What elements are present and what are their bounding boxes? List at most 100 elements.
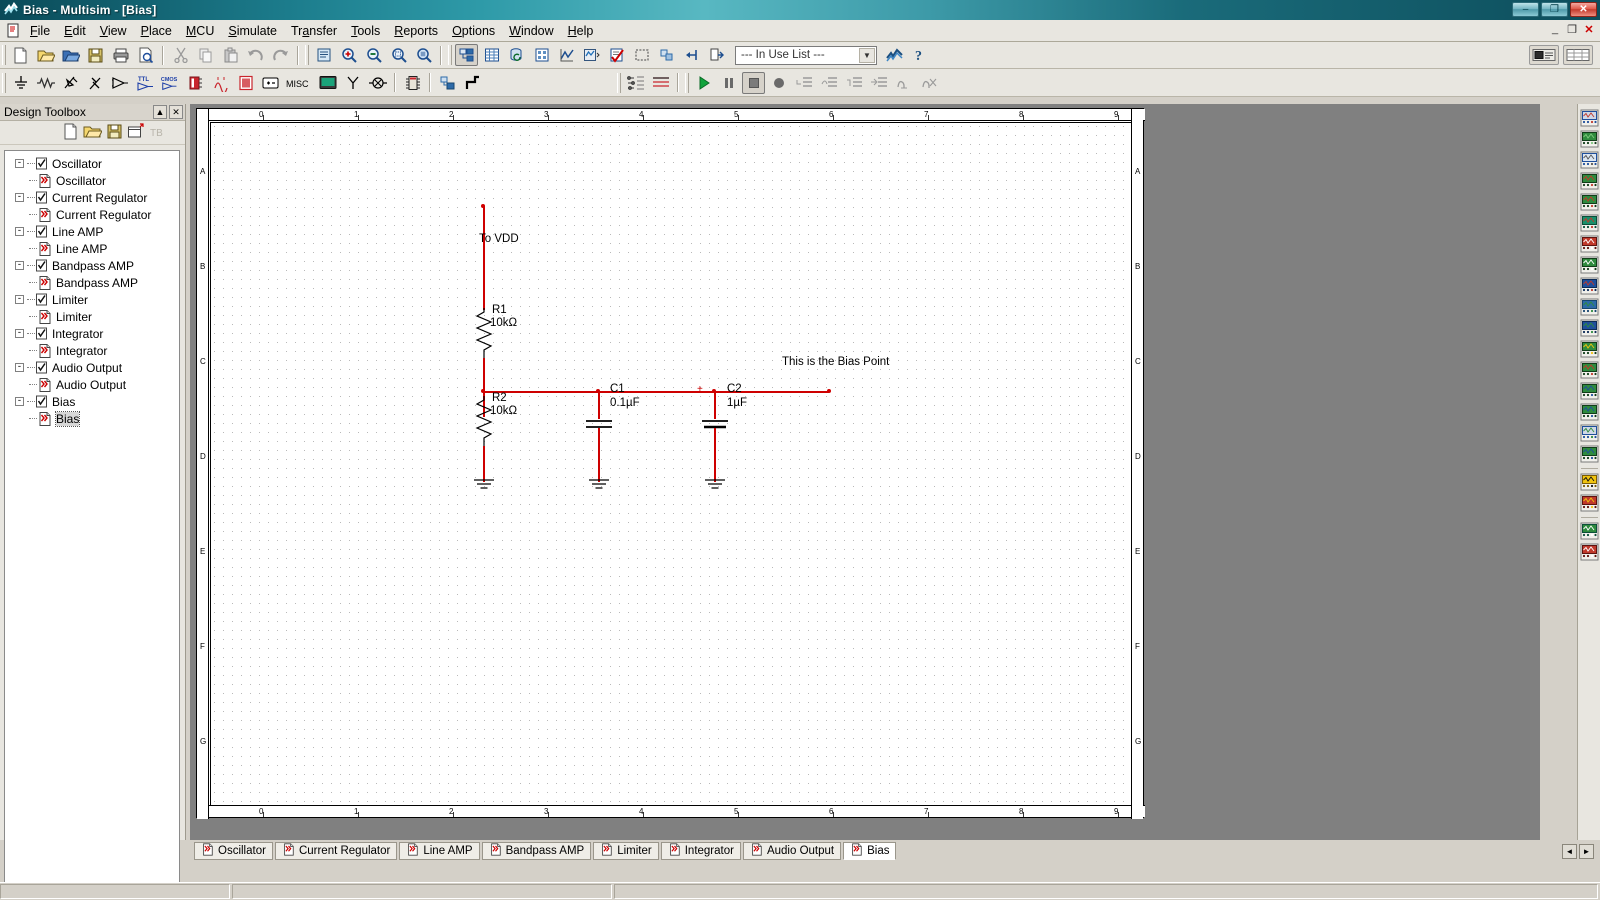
place-electromechanical-icon[interactable] — [366, 72, 389, 94]
wire-bias-horizontal[interactable] — [483, 391, 829, 393]
electrical-rules-check-icon[interactable] — [605, 44, 628, 66]
tree-group-bias[interactable]: - Bias — [5, 393, 179, 410]
tree-expander-icon[interactable]: - — [15, 159, 24, 168]
spectrum-analyzer-icon[interactable] — [1579, 360, 1600, 380]
place-source-icon[interactable] — [9, 72, 32, 94]
wire-c2-bottom[interactable] — [714, 428, 716, 482]
tree-group-limiter[interactable]: - Limiter — [5, 291, 179, 308]
place-diode-icon[interactable] — [59, 72, 82, 94]
label-r1-ref[interactable]: R1 — [492, 304, 507, 316]
logic-converter-icon[interactable] — [1579, 276, 1600, 296]
place-bus-icon[interactable] — [461, 72, 484, 94]
place-analog-icon[interactable] — [109, 72, 132, 94]
tree-item-oscillator[interactable]: Oscillator — [5, 172, 179, 189]
minimize-button[interactable]: – — [1512, 2, 1539, 17]
print-icon[interactable] — [109, 44, 132, 66]
sheet-tab-oscillator[interactable]: Oscillator — [194, 842, 273, 860]
place-misc-digital-icon[interactable] — [184, 72, 207, 94]
place-misc-icon[interactable]: MISC — [284, 72, 314, 94]
sheet-tab-line-amp[interactable]: Line AMP — [399, 842, 480, 860]
toolbar-grip-2[interactable] — [305, 45, 309, 65]
zoom-area-icon[interactable] — [387, 44, 410, 66]
chevron-down-icon[interactable]: ▼ — [859, 47, 875, 63]
close-panel-button[interactable]: ✕ — [169, 105, 183, 119]
tree-group-integrator[interactable]: - Integrator — [5, 325, 179, 342]
mdi-minimize-button[interactable]: _ — [1548, 23, 1562, 36]
components-toolbar-grip[interactable] — [2, 72, 6, 93]
network-analyzer-icon[interactable] — [1579, 381, 1600, 401]
label-r1-value[interactable]: 10kΩ — [490, 317, 517, 329]
place-text-icon[interactable] — [649, 72, 672, 94]
logic-analyzer-icon[interactable] — [1579, 297, 1600, 317]
place-mixed-icon[interactable] — [209, 72, 232, 94]
step-over-icon[interactable] — [817, 72, 840, 94]
save-design-icon[interactable] — [106, 123, 123, 143]
resistor-r1-symbol[interactable] — [474, 308, 494, 360]
four-channel-oscilloscope-icon[interactable] — [1579, 192, 1600, 212]
agilent-function-generator-icon[interactable] — [1579, 402, 1600, 422]
tree-item-integrator[interactable]: Integrator — [5, 342, 179, 359]
tree-item-line-amp[interactable]: Line AMP — [5, 240, 179, 257]
tabs-scroll-prev-button[interactable]: ◄ — [1562, 843, 1577, 859]
tree-checkbox[interactable] — [35, 259, 48, 272]
tree-checkbox[interactable] — [35, 157, 48, 170]
tree-expander-icon[interactable]: - — [15, 227, 24, 236]
place-advanced-peripherals-icon[interactable] — [316, 72, 339, 94]
database-icon[interactable] — [505, 44, 528, 66]
sheet-tab-bias[interactable]: Bias — [843, 842, 897, 860]
label-c1-ref[interactable]: C1 — [610, 383, 625, 395]
zoom-in-icon[interactable] — [337, 44, 360, 66]
menu-transfer[interactable]: Transfer — [284, 22, 344, 40]
pause-simulation-icon[interactable] — [717, 72, 740, 94]
agilent-multimeter-icon[interactable] — [1579, 423, 1600, 443]
toggle-full-screen-icon[interactable] — [312, 44, 335, 66]
tree-item-audio-output[interactable]: Audio Output — [5, 376, 179, 393]
sheet-tab-integrator[interactable]: Integrator — [660, 842, 741, 860]
schematic-sheet[interactable]: 0123456789 0123456789 ABCDEFG ABCDEFG To… — [196, 108, 1145, 819]
ground-symbol-c1[interactable] — [587, 478, 611, 492]
label-r2-ref[interactable]: R2 — [492, 392, 507, 404]
tree-group-line-amp[interactable]: - Line AMP — [5, 223, 179, 240]
design-toolbox-tree[interactable]: - Oscillator Oscillator - Current Regulator C… — [4, 150, 180, 900]
place-ttl-icon[interactable]: TTL — [134, 72, 157, 94]
document-system-icon[interactable] — [3, 23, 23, 38]
mdi-close-button[interactable]: ✕ — [1582, 23, 1596, 36]
design-toolbox-icon[interactable] — [455, 44, 478, 66]
spreadsheet-view-icon[interactable] — [480, 44, 503, 66]
tree-checkbox[interactable] — [35, 361, 48, 374]
place-indicator-icon[interactable] — [234, 72, 257, 94]
label-c2-value[interactable]: 1µF — [727, 397, 747, 409]
tree-group-current-regulator[interactable]: - Current Regulator — [5, 189, 179, 206]
menu-options[interactable]: Options — [445, 22, 502, 40]
new-file-icon[interactable] — [9, 44, 32, 66]
help-question-icon[interactable]: ? — [908, 44, 931, 66]
grapher-icon[interactable] — [555, 44, 578, 66]
menu-simulate[interactable]: Simulate — [221, 22, 284, 40]
tree-checkbox[interactable] — [35, 191, 48, 204]
menu-window[interactable]: Window — [502, 22, 560, 40]
menu-edit[interactable]: Edit — [57, 22, 93, 40]
wire-vdd-to-r1[interactable] — [483, 206, 485, 310]
postprocessor-icon[interactable] — [580, 44, 603, 66]
label-c2-ref[interactable]: C2 — [727, 383, 742, 395]
open-design-icon-panel[interactable] — [83, 123, 103, 143]
tree-item-bias[interactable]: Bias — [5, 410, 179, 427]
open-file-icon[interactable] — [34, 44, 57, 66]
forward-annotate-icon[interactable] — [680, 44, 703, 66]
bode-plotter-icon[interactable] — [1579, 213, 1600, 233]
label-c1-value[interactable]: 0.1µF — [610, 397, 640, 409]
component-wizard-icon[interactable] — [530, 44, 553, 66]
wire-c1-bottom[interactable] — [598, 428, 600, 482]
place-hierarchical-block-icon[interactable] — [436, 72, 459, 94]
new-subcircuit-icon[interactable] — [127, 122, 145, 143]
run-simulation-icon[interactable] — [692, 72, 715, 94]
labview-instruments-icon[interactable] — [1579, 521, 1600, 541]
menu-place[interactable]: Place — [134, 22, 179, 40]
tree-expander-icon[interactable]: - — [15, 363, 24, 372]
copy-icon[interactable] — [194, 44, 217, 66]
label-bias-point[interactable]: This is the Bias Point — [782, 356, 889, 368]
tektronix-oscilloscope-icon[interactable] — [1579, 472, 1600, 492]
graphic-toolbar-grip[interactable] — [617, 72, 621, 93]
tree-checkbox[interactable] — [35, 395, 48, 408]
function-generator-icon[interactable] — [1579, 129, 1600, 149]
